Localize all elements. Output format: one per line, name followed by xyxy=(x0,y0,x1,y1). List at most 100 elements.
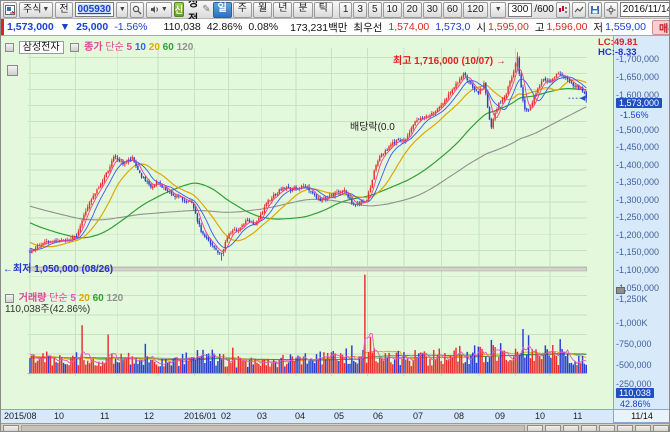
axis-label: -1,000K xyxy=(616,318,648,328)
bottom-toolbar-button[interactable] xyxy=(545,425,561,432)
custom-interval-dropdown[interactable]: ▼ xyxy=(490,2,506,18)
interval-button-20[interactable]: 20 xyxy=(403,2,422,18)
price-change: 25,000 xyxy=(76,21,108,33)
period-tab-년[interactable]: 년 xyxy=(273,2,292,18)
bottom-scroll-area[interactable] xyxy=(21,425,525,432)
axis-label: -1,350,000 xyxy=(616,177,659,187)
overlay-tool-icon xyxy=(7,65,18,76)
ma-period-60: 60 xyxy=(90,293,104,304)
month-label: 08 xyxy=(454,411,464,421)
axis-label: -1,250,000 xyxy=(616,212,659,222)
axis-label: -500,000 xyxy=(616,360,652,370)
high-price: 1,596,00 xyxy=(547,21,588,33)
save-button[interactable] xyxy=(588,2,602,18)
sound-button[interactable]: ▼ xyxy=(146,2,172,18)
time-axis[interactable]: 2015/081011122016/0102030405060708091011 xyxy=(1,409,613,423)
interval-button-3[interactable]: 3 xyxy=(353,2,367,18)
period-tab-틱[interactable]: 틱 xyxy=(314,2,333,18)
total-bars-label: /600 xyxy=(534,4,553,15)
bottom-toolbar-button[interactable] xyxy=(635,425,651,432)
bottom-toolbar-button[interactable] xyxy=(527,425,543,432)
best-bid: 1,573,0 xyxy=(435,21,470,33)
ma-period-10: 10 xyxy=(132,42,146,53)
axis-label: -1,200,000 xyxy=(616,230,659,240)
best-quote-label: 최우선 xyxy=(353,20,382,35)
buy-button[interactable]: 매수 xyxy=(652,20,670,35)
trade-value: 173,231백만 xyxy=(290,20,347,35)
high-annotation: 최고 1,716,000 (10/07) → xyxy=(393,52,506,67)
prev-button[interactable]: 전 xyxy=(55,2,72,18)
edit-pencil-icon[interactable]: ✎ xyxy=(202,4,210,15)
interval-buttons: 13510203060120 xyxy=(339,2,488,18)
month-label: 09 xyxy=(495,411,505,421)
bottom-toolbar-button[interactable] xyxy=(653,425,669,432)
asset-type-dropdown[interactable]: 주식▼ xyxy=(19,2,53,18)
current-price: 1,573,000 xyxy=(7,21,54,33)
price-change-pct: -1.56% xyxy=(114,21,147,33)
period-tab-주[interactable]: 주 xyxy=(233,2,252,18)
price-axis[interactable]: -1,700,000-1,650,000-1,600,000-1,500,000… xyxy=(613,36,670,409)
axis-label: -1,100,000 xyxy=(616,265,659,275)
speaker-icon xyxy=(150,5,160,14)
line-style-button[interactable] xyxy=(572,2,586,18)
stock-code-input[interactable]: 005930 xyxy=(75,2,114,17)
price-volume-chart[interactable] xyxy=(1,36,613,409)
down-arrow-icon: ▼ xyxy=(60,21,70,33)
settings-button[interactable] xyxy=(604,2,618,18)
bottom-toolbar-button[interactable] xyxy=(617,425,633,432)
volume-current-label: 110,038주(42.86%) xyxy=(5,300,90,315)
pane-splitter-handle[interactable] xyxy=(616,287,625,294)
ma-period-list: 5 10 20 60 120 xyxy=(127,42,194,53)
trading-app-window: 주식▼ 전 005930 ▼ ▼ 신 삼성전자 ✎ 일주월년분틱 1351020… xyxy=(0,0,670,432)
month-label: 04 xyxy=(295,411,305,421)
high-label: 고 xyxy=(535,20,545,35)
period-tab-일[interactable]: 일 xyxy=(213,2,232,18)
bottom-toolbar-button[interactable] xyxy=(3,425,19,432)
axis-label: -1,400,000 xyxy=(616,160,659,170)
chart-date-picker[interactable]: 2016/11/14 xyxy=(620,2,670,17)
chevron-down-icon: ▼ xyxy=(161,4,168,16)
low-annotation: ←최저 1,050,000 (08/26) xyxy=(3,260,113,275)
legend-toggle-icon[interactable] xyxy=(70,43,79,52)
interval-button-1[interactable]: 1 xyxy=(339,2,353,18)
axis-label: -1,300,000 xyxy=(616,195,659,205)
axis-label: 110,038 xyxy=(616,388,654,398)
search-icon[interactable] xyxy=(130,2,144,18)
month-label: 2015/08 xyxy=(4,411,37,421)
save-disk-icon xyxy=(590,5,600,15)
bottom-toolbar-button[interactable] xyxy=(581,425,597,432)
period-tab-분[interactable]: 분 xyxy=(293,2,312,18)
axis-label: -1,450,000 xyxy=(616,142,659,152)
candle-style-button[interactable] xyxy=(556,2,570,18)
window-menu-icon[interactable] xyxy=(3,2,17,18)
line-chart-icon xyxy=(574,5,584,15)
chart-tool-button[interactable] xyxy=(7,65,20,76)
open-price: 1,595,00 xyxy=(488,21,529,33)
ma-type-label: 단순 xyxy=(105,42,123,53)
legend-toggle-icon[interactable] xyxy=(5,43,14,52)
month-label: 10 xyxy=(54,411,64,421)
ma-period-60: 60 xyxy=(160,42,174,53)
period-tabs: 일주월년분틱 xyxy=(213,2,333,18)
ma-period-120: 120 xyxy=(104,293,123,304)
interval-button-60[interactable]: 60 xyxy=(443,2,462,18)
bottom-toolbar-button[interactable] xyxy=(563,425,579,432)
interval-button-30[interactable]: 30 xyxy=(423,2,442,18)
month-label: 11 xyxy=(100,411,109,421)
period-tab-월[interactable]: 월 xyxy=(253,2,272,18)
axis-label: -1.56% xyxy=(620,110,649,120)
new-badge: 신 xyxy=(174,2,184,17)
month-label: 12 xyxy=(144,411,154,421)
bottom-toolbar xyxy=(1,423,670,432)
interval-button-120[interactable]: 120 xyxy=(463,2,488,18)
interval-button-10[interactable]: 10 xyxy=(383,2,402,18)
code-dropdown-button[interactable]: ▼ xyxy=(116,2,128,18)
month-label: 10 xyxy=(535,411,545,421)
legend-stock-name: 삼성전자 xyxy=(19,41,64,54)
bottom-toolbar-button[interactable] xyxy=(599,425,615,432)
interval-button-5[interactable]: 5 xyxy=(368,2,382,18)
axis-label: -750,000 xyxy=(616,339,652,349)
volume-value: 110,038 xyxy=(164,21,201,33)
low-label: 저 xyxy=(593,20,603,35)
visible-bars-input[interactable]: 300 xyxy=(508,3,533,17)
